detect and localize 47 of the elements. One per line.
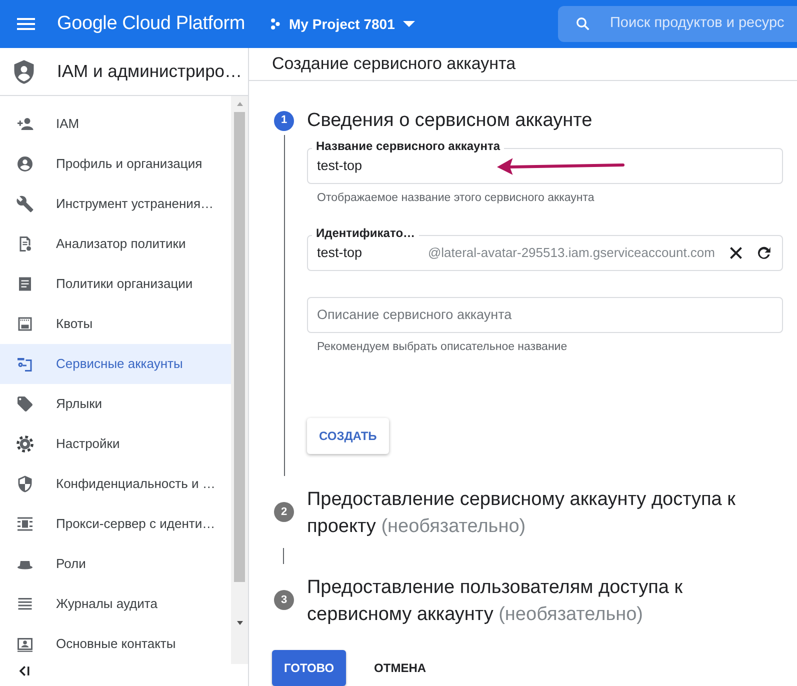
- input-field[interactable]: Описание сервисного аккаунта: [307, 296, 783, 333]
- sidebar-item[interactable]: IAM: [0, 104, 231, 144]
- create-button[interactable]: СОЗДАТЬ: [307, 418, 389, 454]
- proxy-icon: [16, 515, 34, 533]
- field-label: Идентификато…: [312, 226, 420, 240]
- sidebar-item[interactable]: Конфиденциальность и …: [0, 464, 231, 504]
- step-title: Предоставление сервисному аккаунту доступа к проекту (необязательно): [307, 488, 736, 539]
- search-icon: [574, 15, 592, 33]
- project-selector[interactable]: My Project 7801: [269, 14, 415, 34]
- step-title: Сведения о сервисном аккаунте: [307, 108, 594, 132]
- document-icon: [16, 275, 34, 293]
- wrench-icon: [16, 195, 34, 213]
- key-card-icon: [16, 355, 34, 373]
- sidebar-title: IAM и администриро…: [57, 60, 242, 84]
- sidebar-item[interactable]: Роли: [0, 544, 231, 584]
- sidebar-item[interactable]: Журналы аудита: [0, 584, 231, 624]
- helper-text: Рекомендуем выбрать описательное название: [316, 340, 568, 355]
- done-button[interactable]: ГОТОВО: [272, 650, 346, 686]
- sidebar-item[interactable]: Инструмент устранения…: [0, 184, 231, 224]
- cancel-button[interactable]: ОТМЕНА: [362, 650, 438, 686]
- sidebar-item[interactable]: Сервисные аккаунты: [0, 344, 231, 384]
- step-number: 3: [274, 590, 294, 610]
- sidebar-item[interactable]: Настройки: [0, 424, 231, 464]
- sidebar-item[interactable]: Ярлыки: [0, 384, 231, 424]
- step-number: 2: [274, 502, 294, 522]
- page-title: Создание сервисного аккаунта: [271, 53, 516, 75]
- scrollbar[interactable]: [231, 96, 248, 664]
- quota-icon: [16, 315, 34, 333]
- settings-icon: [16, 435, 34, 453]
- email-suffix: @lateral-avatar-295513.iam.gserviceaccount.com: [428, 244, 715, 262]
- sidebar-item[interactable]: Прокси-сервер с иденти…: [0, 504, 231, 544]
- sidebar-item[interactable]: Анализатор политики: [0, 224, 231, 264]
- person-add-icon: [16, 115, 34, 133]
- shield-icon: [16, 475, 34, 493]
- step-title: Предоставление пользователям доступа к сервисному аккаунту (необязательно): [307, 576, 684, 627]
- contact-card-icon: [16, 635, 34, 653]
- caret-icon: [402, 21, 415, 27]
- app-title: Google Cloud Platform: [57, 12, 246, 36]
- collapse-icon[interactable]: [17, 664, 31, 678]
- sidebar-item[interactable]: Основные контакты: [0, 624, 231, 664]
- tag-icon: [16, 395, 34, 413]
- sidebar-item[interactable]: Политики организации: [0, 264, 231, 304]
- step-number: 1: [274, 110, 294, 130]
- sidebar-item[interactable]: Профиль и организация: [0, 144, 231, 184]
- helper-text: Отображаемое название этого сервисного аккаунта: [316, 190, 596, 206]
- sidebar-item[interactable]: Квоты: [0, 304, 231, 344]
- field-label: Название сервисного аккаунта: [312, 138, 504, 152]
